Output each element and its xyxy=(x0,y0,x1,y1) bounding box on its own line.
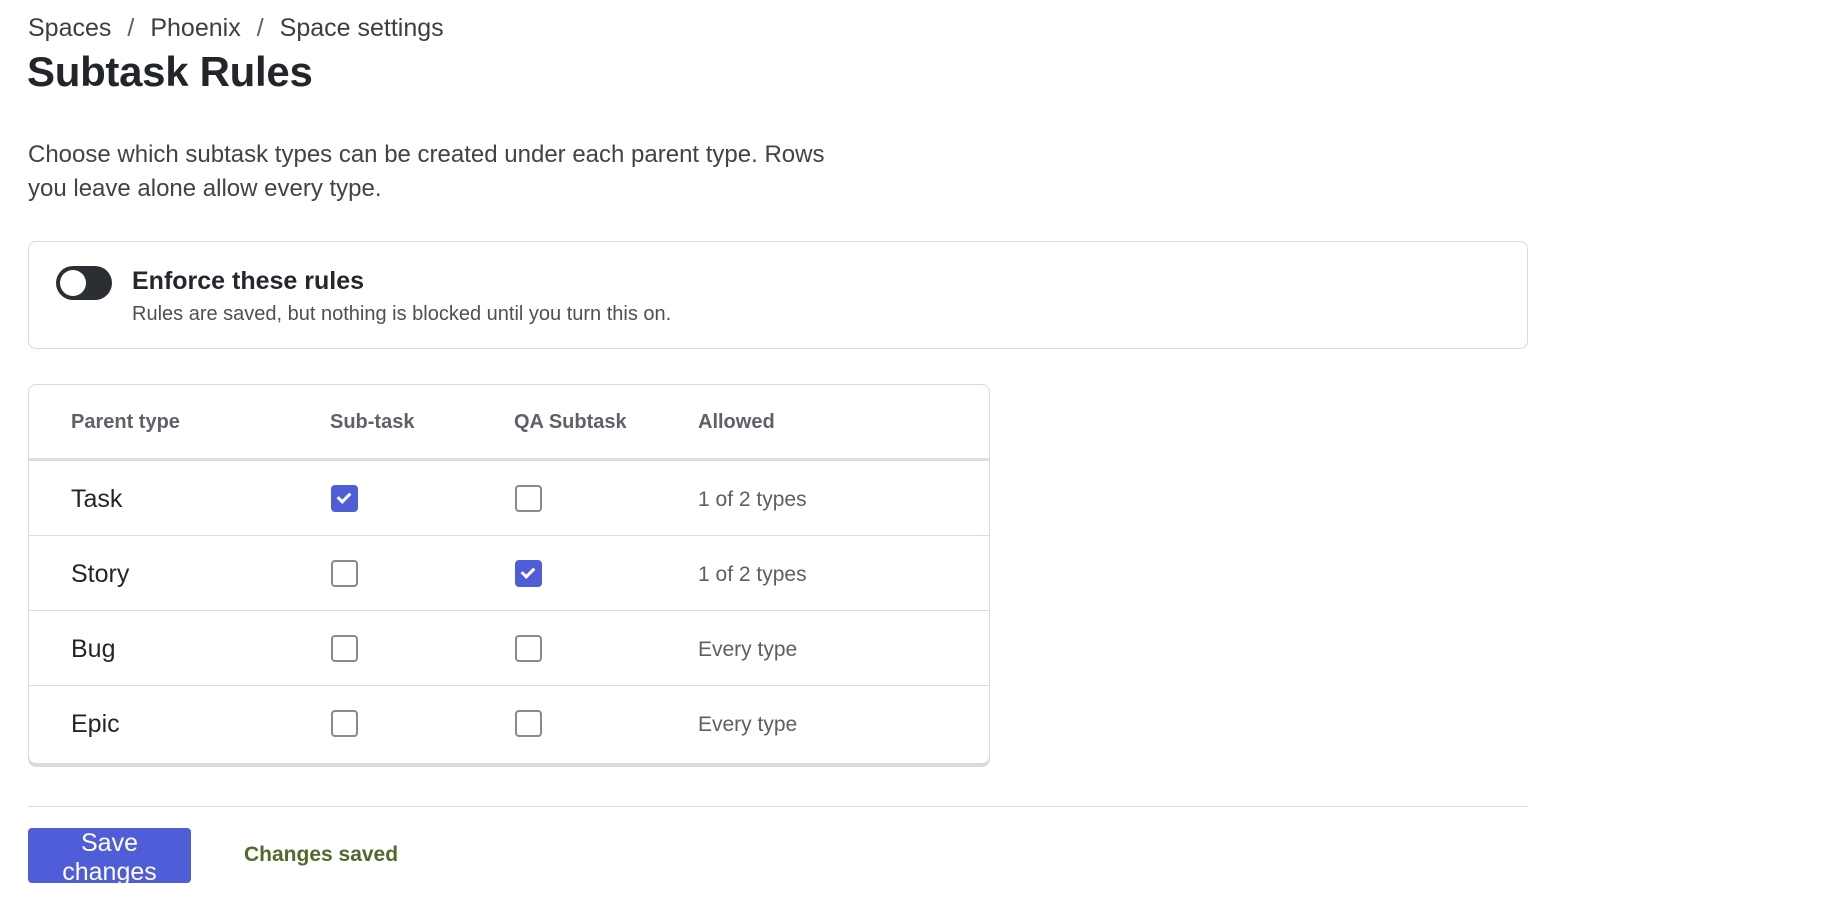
table-header-row: Parent type Sub-task QA Subtask Allowed xyxy=(29,385,989,461)
page: Spaces / Phoenix / Space settings Subtas… xyxy=(0,0,1840,900)
table-row: Task 1 of 2 types xyxy=(29,461,989,536)
allowed-summary: Every type xyxy=(698,713,798,736)
sub-task-checkbox[interactable] xyxy=(331,710,358,737)
parent-type-name: Epic xyxy=(71,710,120,738)
parent-type-name: Task xyxy=(71,485,123,513)
breadcrumb-separator: / xyxy=(127,14,135,42)
header-qa-subtask: QA Subtask xyxy=(514,411,627,433)
save-status-text: Changes saved xyxy=(244,843,399,866)
parent-type-name: Story xyxy=(71,560,130,588)
enforce-rules-subtitle: Rules are saved, but nothing is blocked … xyxy=(132,303,672,325)
enforce-rules-card: Enforce these rules Rules are saved, but… xyxy=(28,241,1528,349)
footer-divider xyxy=(28,806,1528,807)
qa-subtask-checkbox[interactable] xyxy=(515,635,542,662)
table-row: Bug Every type xyxy=(29,611,989,686)
parent-type-name: Bug xyxy=(71,635,116,663)
enforce-rules-title: Enforce these rules xyxy=(132,267,365,295)
breadcrumb-item-phoenix[interactable]: Phoenix xyxy=(150,14,240,43)
breadcrumb-item-spaces[interactable]: Spaces xyxy=(28,14,111,43)
breadcrumb-item-space-settings[interactable]: Space settings xyxy=(280,14,444,43)
breadcrumb-separator: / xyxy=(256,14,264,42)
allowed-summary: Every type xyxy=(698,638,798,661)
enforce-rules-toggle[interactable] xyxy=(56,266,112,300)
qa-subtask-checkbox[interactable] xyxy=(515,710,542,737)
header-parent-type: Parent type xyxy=(71,411,180,433)
page-description: Choose which subtask types can be create… xyxy=(28,141,825,202)
check-icon xyxy=(336,489,352,504)
page-title: Subtask Rules xyxy=(27,48,313,95)
table-row: Epic Every type xyxy=(29,686,989,763)
sub-task-checkbox[interactable] xyxy=(331,635,358,662)
qa-subtask-checkbox[interactable] xyxy=(515,560,542,587)
allowed-summary: 1 of 2 types xyxy=(698,488,807,511)
qa-subtask-checkbox[interactable] xyxy=(515,485,542,512)
allowed-summary: 1 of 2 types xyxy=(698,563,807,586)
check-icon xyxy=(520,564,536,579)
header-allowed: Allowed xyxy=(698,411,775,433)
save-changes-button[interactable]: Save changes xyxy=(28,828,191,886)
toggle-knob xyxy=(60,270,86,296)
table-row: Story 1 of 2 types xyxy=(29,536,989,611)
subtask-rules-table: Parent type Sub-task QA Subtask Allowed … xyxy=(28,384,990,764)
sub-task-checkbox[interactable] xyxy=(331,560,358,587)
sub-task-checkbox[interactable] xyxy=(331,485,358,512)
breadcrumb: Spaces / Phoenix / Space settings xyxy=(28,14,444,43)
header-sub-task: Sub-task xyxy=(330,411,415,433)
